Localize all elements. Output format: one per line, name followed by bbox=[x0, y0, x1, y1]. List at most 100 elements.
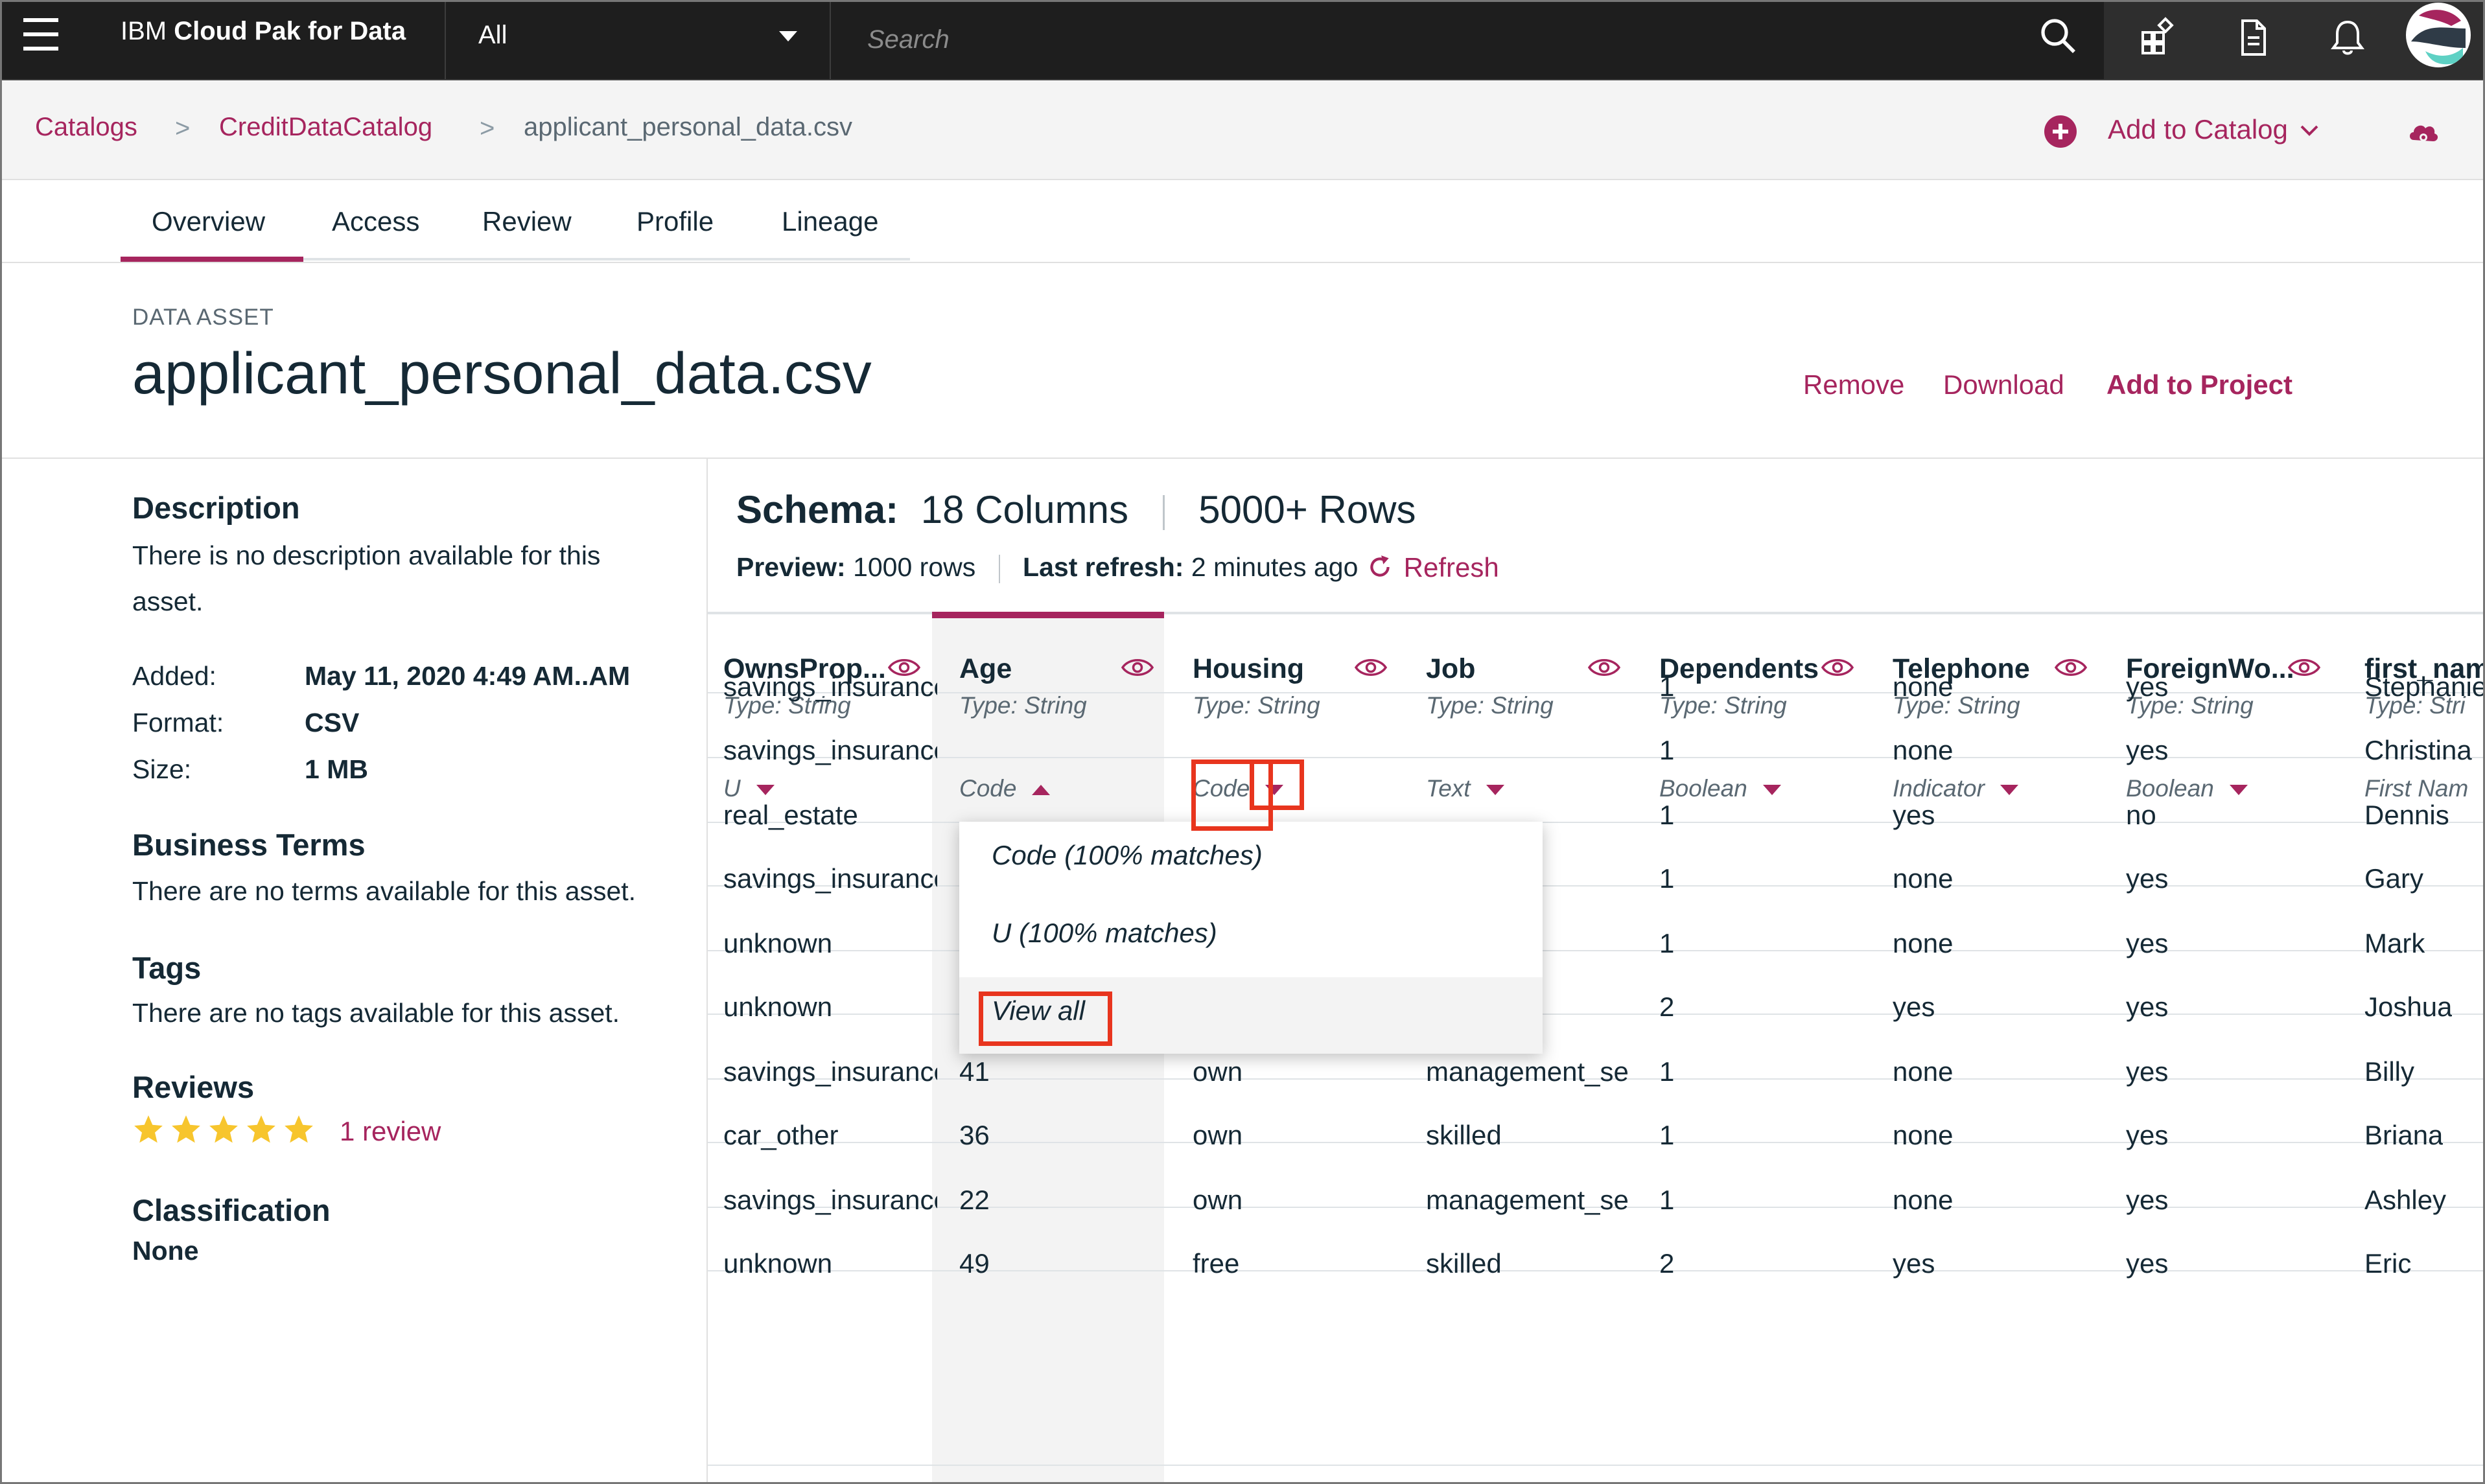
chevron-down-icon[interactable] bbox=[2300, 121, 2319, 140]
column-header-name[interactable]: Dependents bbox=[1659, 653, 1819, 685]
brand-prefix: IBM bbox=[121, 17, 167, 45]
table-cell: yes bbox=[2126, 1120, 2169, 1150]
eye-icon[interactable] bbox=[1121, 656, 1154, 679]
schema-rows: 5000+ Rows bbox=[1198, 488, 1416, 531]
table-cell: 1 bbox=[1659, 671, 1675, 702]
table-cell: skilled bbox=[1426, 1120, 1502, 1150]
eye-icon[interactable] bbox=[2288, 656, 2320, 679]
remove-button[interactable]: Remove bbox=[1803, 369, 1904, 400]
caret-up-icon[interactable] bbox=[1032, 785, 1051, 796]
brand-name: Cloud Pak for Data bbox=[174, 17, 406, 45]
eye-icon[interactable] bbox=[2055, 656, 2087, 679]
column-header-name[interactable]: Job bbox=[1426, 653, 1475, 685]
preview-value: 1000 rows bbox=[853, 552, 976, 582]
column-classification-selector[interactable]: Code bbox=[959, 775, 1051, 802]
search-input[interactable] bbox=[832, 0, 2103, 79]
add-to-project-button[interactable]: Add to Project bbox=[2106, 369, 2292, 400]
refresh-icon bbox=[1370, 555, 1390, 577]
table-cell: unknown bbox=[723, 991, 833, 1022]
add-to-catalog-button[interactable]: Add to Catalog bbox=[2108, 114, 2288, 145]
table-cell: none bbox=[1893, 1056, 1954, 1087]
tab-lineage[interactable]: Lineage bbox=[782, 206, 878, 237]
active-tab-indicator bbox=[121, 257, 303, 262]
eye-icon[interactable] bbox=[1355, 656, 1387, 679]
business-terms-text: There are no terms available for this as… bbox=[132, 876, 636, 906]
table-cell: 36 bbox=[959, 1120, 990, 1150]
table-cell: Gary bbox=[2364, 863, 2424, 894]
star-icon bbox=[247, 1115, 275, 1143]
menu-icon[interactable] bbox=[23, 18, 60, 52]
breadcrumb-catalog[interactable]: CreditDataCatalog bbox=[219, 113, 432, 142]
table-cell: 2 bbox=[1659, 991, 1675, 1022]
caret-down-icon[interactable] bbox=[2229, 785, 2248, 796]
table-cell: yes bbox=[2126, 991, 2169, 1022]
eye-icon[interactable] bbox=[1821, 656, 1854, 679]
table-cell: 49 bbox=[959, 1248, 990, 1279]
product-brand: IBM Cloud Pak for Data bbox=[121, 17, 406, 46]
row-divider bbox=[708, 757, 2485, 758]
star-icon bbox=[285, 1115, 313, 1143]
download-button[interactable]: Download bbox=[1943, 369, 2064, 400]
table-cell: 1 bbox=[1659, 1056, 1675, 1087]
table-cell: 1 bbox=[1659, 928, 1675, 958]
table-cell: 2 bbox=[1659, 1248, 1675, 1279]
column-classification-label: Indicator bbox=[1893, 775, 1985, 802]
star-icon bbox=[209, 1115, 238, 1143]
table-cell: no bbox=[2126, 800, 2156, 830]
menu-item-u[interactable]: U (100% matches) bbox=[992, 918, 1217, 949]
table-cell: real_estate bbox=[723, 800, 858, 830]
document-icon[interactable] bbox=[2232, 17, 2274, 58]
last-refresh-value: 2 minutes ago bbox=[1191, 552, 1359, 582]
column-classification-selector[interactable]: Indicator bbox=[1893, 775, 2018, 802]
breadcrumb-separator: > bbox=[175, 114, 191, 143]
cloud-settings-icon[interactable] bbox=[2406, 115, 2441, 150]
table-cell: none bbox=[1893, 671, 1954, 702]
table-cell: yes bbox=[2126, 735, 2169, 765]
column-classification-selector[interactable]: U bbox=[723, 775, 775, 802]
avatar[interactable] bbox=[2406, 3, 2471, 67]
column-classification-selector[interactable]: Boolean bbox=[1659, 775, 1781, 802]
selected-column-indicator bbox=[932, 612, 1164, 618]
column-classification-label: Boolean bbox=[1659, 775, 1747, 802]
caret-down-icon[interactable] bbox=[2000, 785, 2018, 796]
menu-item-code[interactable]: Code (100% matches) bbox=[992, 840, 1263, 871]
table-cell: Dennis bbox=[2364, 800, 2449, 830]
table-cell: yes bbox=[2126, 1248, 2169, 1279]
caret-down-icon[interactable] bbox=[756, 785, 775, 796]
scope-dropdown[interactable]: All bbox=[445, 0, 831, 79]
column-header-name[interactable]: Age bbox=[959, 653, 1012, 685]
refresh-button[interactable]: Refresh bbox=[1366, 552, 1499, 583]
column-classification-selector[interactable]: First Nam bbox=[2364, 775, 2468, 802]
column-header-type: Type: String bbox=[1193, 692, 1320, 719]
table-cell: 1 bbox=[1659, 863, 1675, 894]
table-cell: Billy bbox=[2364, 1056, 2415, 1087]
table-cell: yes bbox=[1893, 991, 1935, 1022]
tab-access[interactable]: Access bbox=[332, 206, 419, 237]
add-circle-icon[interactable] bbox=[2044, 115, 2077, 148]
column-classification-selector[interactable]: Boolean bbox=[2126, 775, 2248, 802]
table-cell: Mark bbox=[2364, 928, 2425, 958]
table-cell: Christina bbox=[2364, 735, 2472, 765]
table-cell: yes bbox=[2126, 1056, 2169, 1087]
row-divider bbox=[708, 1465, 2485, 1466]
apps-icon[interactable] bbox=[2138, 17, 2179, 58]
column-classification-selector[interactable]: Text bbox=[1426, 775, 1504, 802]
tab-profile[interactable]: Profile bbox=[636, 206, 714, 237]
tags-heading: Tags bbox=[132, 951, 202, 985]
added-label: Added: bbox=[132, 661, 216, 691]
eye-icon[interactable] bbox=[1588, 656, 1620, 679]
table-cell: management_se bbox=[1426, 1185, 1629, 1215]
review-link[interactable]: 1 review bbox=[340, 1116, 441, 1147]
caret-down-icon[interactable] bbox=[1762, 785, 1781, 796]
tab-review[interactable]: Review bbox=[482, 206, 572, 237]
table-cell: none bbox=[1893, 1120, 1954, 1150]
notification-icon[interactable] bbox=[2327, 17, 2368, 58]
table-cell: yes bbox=[1893, 800, 1935, 830]
table-cell: savings_insurance bbox=[723, 1185, 937, 1215]
column-header-name[interactable]: Housing bbox=[1193, 653, 1304, 685]
tab-overview[interactable]: Overview bbox=[152, 206, 265, 237]
caret-down-icon[interactable] bbox=[1486, 785, 1504, 796]
breadcrumb-catalogs[interactable]: Catalogs bbox=[35, 113, 137, 142]
search-icon[interactable] bbox=[2038, 16, 2079, 57]
reviews-heading: Reviews bbox=[132, 1070, 255, 1104]
